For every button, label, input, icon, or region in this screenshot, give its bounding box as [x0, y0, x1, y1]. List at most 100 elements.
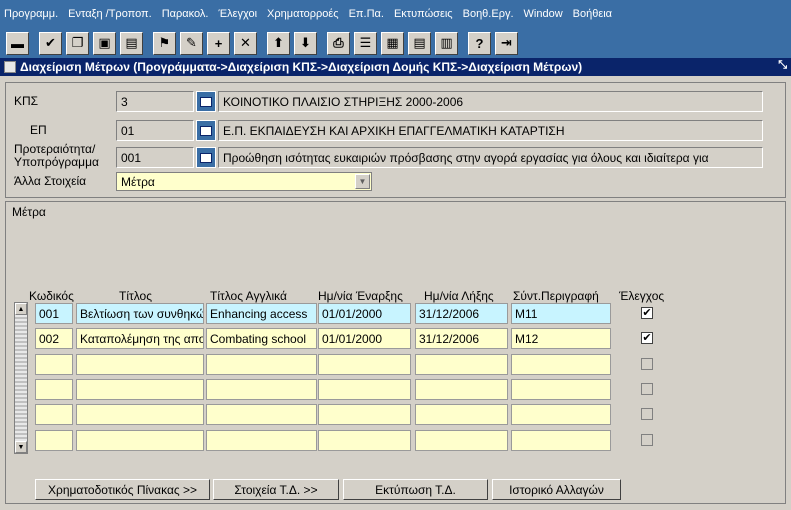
measures-block: Μέτρα Κωδικός Τίτλος Τίτλος Αγγλικά Ημ/ν… — [5, 201, 786, 504]
print-td-button[interactable]: Εκτύπωση Τ.Δ. — [343, 479, 488, 500]
document-icon[interactable]: ▤ — [408, 31, 431, 55]
priority-description-field[interactable]: Προώθηση ισότητας ευκαιριών πρόσβασης στ… — [218, 147, 763, 168]
title-cell[interactable]: Καταπολέμηση της αποχής — [76, 328, 204, 350]
code-cell[interactable]: 001 — [35, 303, 73, 324]
code-cell[interactable] — [35, 429, 73, 451]
list-icon[interactable]: ☰ — [354, 31, 377, 55]
priority-lov-button[interactable] — [196, 147, 216, 168]
col-header-title: Τίτλος — [119, 289, 153, 303]
query-icon[interactable]: ⚑ — [153, 31, 176, 55]
check-checkbox[interactable]: ✔ — [641, 332, 653, 345]
title-en-cell[interactable]: Combating school — [206, 328, 317, 350]
start-date-cell[interactable] — [318, 378, 411, 400]
scroll-down-icon[interactable]: ▼ — [15, 441, 27, 453]
start-date-cell[interactable] — [318, 404, 411, 426]
menu-item[interactable]: Προγραμμ. — [4, 8, 58, 20]
ep-code-field[interactable]: 01 — [116, 120, 194, 141]
code-cell[interactable] — [35, 353, 73, 375]
print-icon[interactable]: ⎙ — [327, 31, 350, 55]
short-desc-cell[interactable]: M11 — [511, 303, 611, 324]
start-date-cell[interactable]: 01/01/2000 — [318, 328, 411, 350]
duplicate-icon[interactable]: ▤ — [120, 31, 143, 55]
title-cell[interactable]: Βελτίωση των συνθηκών — [76, 303, 204, 324]
save-icon[interactable]: ▬ — [6, 31, 29, 55]
end-date-cell[interactable]: 31/12/2006 — [415, 328, 508, 350]
check-checkbox[interactable] — [641, 408, 653, 421]
code-cell[interactable] — [35, 378, 73, 400]
scroll-up-icon[interactable]: ▲ — [15, 303, 27, 315]
scroll-track[interactable] — [15, 315, 27, 441]
td-details-button[interactable]: Στοιχεία Τ.Δ. >> — [213, 479, 339, 500]
short-desc-cell[interactable] — [511, 378, 611, 400]
col-header-code: Κωδικός — [29, 289, 74, 303]
ep-lov-button[interactable] — [196, 120, 216, 141]
code-cell[interactable] — [35, 404, 73, 426]
records-scrollbar[interactable]: ▲ ▼ — [14, 302, 28, 454]
list-of-values-icon — [200, 152, 212, 163]
other-select[interactable]: Μέτρα ▼ — [116, 172, 372, 191]
kps-code-field[interactable]: 3 — [116, 91, 194, 112]
menu-item[interactable]: Έλεγχοι — [218, 8, 257, 20]
title-cell[interactable] — [76, 404, 204, 426]
short-desc-cell[interactable] — [511, 404, 611, 426]
delete-record-icon[interactable]: ✕ — [234, 31, 257, 55]
form-icon[interactable]: ▦ — [381, 31, 404, 55]
code-cell[interactable]: 002 — [35, 328, 73, 350]
menu-item[interactable]: Ενταξη /Τροποπ. — [68, 8, 152, 20]
short-desc-cell[interactable] — [511, 429, 611, 451]
help-icon[interactable]: ? — [468, 31, 491, 55]
title-en-cell[interactable] — [206, 429, 317, 451]
window-icon — [4, 61, 16, 73]
menu-item[interactable]: Χρηματορροές — [267, 8, 339, 20]
start-date-cell[interactable]: 01/01/2000 — [318, 303, 411, 324]
menu-item[interactable]: Επ.Πα. — [349, 8, 384, 20]
check-checkbox[interactable]: ✔ — [641, 307, 653, 319]
clear-record-icon[interactable]: ▣ — [93, 31, 116, 55]
arrow-down-icon[interactable]: ⬇ — [294, 31, 317, 55]
title-cell[interactable] — [76, 353, 204, 375]
header-form: ΚΠΣ 3 ΚΟΙΝΟΤΙΚΟ ΠΛΑΙΣΙΟ ΣΤΗΡΙΞΗΣ 2000-20… — [5, 82, 786, 198]
clipboard-icon[interactable]: ▥ — [435, 31, 458, 55]
kps-label: ΚΠΣ — [14, 94, 39, 108]
menu-item[interactable]: Βοηθ.Εργ. — [463, 8, 514, 20]
exit-icon[interactable]: ⇥ — [495, 31, 518, 55]
priority-code-field[interactable]: 001 — [116, 147, 194, 168]
title-en-cell[interactable]: Enhancing access — [206, 303, 317, 324]
restore-icon[interactable]: ⤡ — [778, 59, 787, 72]
arrow-up-icon[interactable]: ⬆ — [267, 31, 290, 55]
check-checkbox[interactable] — [641, 433, 653, 446]
funding-table-button[interactable]: Χρηματοδοτικός Πίνακας >> — [35, 479, 210, 500]
end-date-cell[interactable] — [415, 378, 508, 400]
title-en-cell[interactable] — [206, 404, 317, 426]
check-icon[interactable]: ✔ — [39, 31, 62, 55]
end-date-cell[interactable] — [415, 404, 508, 426]
menu-item[interactable]: Βοήθεια — [573, 8, 612, 20]
menu-item[interactable]: Εκτυπώσεις — [394, 8, 453, 20]
copy-record-icon[interactable]: ❐ — [66, 31, 89, 55]
chevron-down-icon[interactable]: ▼ — [355, 174, 370, 189]
title-en-cell[interactable] — [206, 378, 317, 400]
check-checkbox[interactable] — [641, 382, 653, 395]
start-date-cell[interactable] — [318, 353, 411, 375]
title-cell[interactable] — [76, 429, 204, 451]
short-desc-cell[interactable] — [511, 353, 611, 375]
end-date-cell[interactable] — [415, 429, 508, 451]
end-date-cell[interactable] — [415, 353, 508, 375]
kps-lov-button[interactable] — [196, 91, 216, 112]
menu-bar: Προγραμμ. Ενταξη /Τροποπ. Παρακολ. Έλεγχοι Χ… — [0, 0, 791, 28]
menu-item[interactable]: Window — [524, 8, 563, 20]
ep-description-field[interactable]: Ε.Π. ΕΚΠΑΙΔΕΥΣΗ ΚΑΙ ΑΡΧΙΚΗ ΕΠΑΓΓΕΛΜΑΤΙΚΗ… — [218, 120, 763, 141]
end-date-cell[interactable]: 31/12/2006 — [415, 303, 508, 324]
edit-icon[interactable]: ✎ — [180, 31, 203, 55]
kps-description-field[interactable]: ΚΟΙΝΟΤΙΚΟ ΠΛΑΙΣΙΟ ΣΤΗΡΙΞΗΣ 2000-2006 — [218, 91, 763, 112]
check-checkbox[interactable] — [641, 357, 653, 370]
short-desc-cell[interactable]: M12 — [511, 328, 611, 350]
title-cell[interactable] — [76, 378, 204, 400]
menu-item[interactable]: Παρακολ. — [162, 8, 209, 20]
title-en-cell[interactable] — [206, 353, 317, 375]
insert-record-icon[interactable]: + — [207, 31, 230, 55]
priority-label: Προτεραιότητα/ Υποπρόγραμμα — [14, 143, 99, 169]
start-date-cell[interactable] — [318, 429, 411, 451]
list-of-values-icon — [200, 96, 212, 107]
change-history-button[interactable]: Ιστορικό Αλλαγών — [492, 479, 621, 500]
